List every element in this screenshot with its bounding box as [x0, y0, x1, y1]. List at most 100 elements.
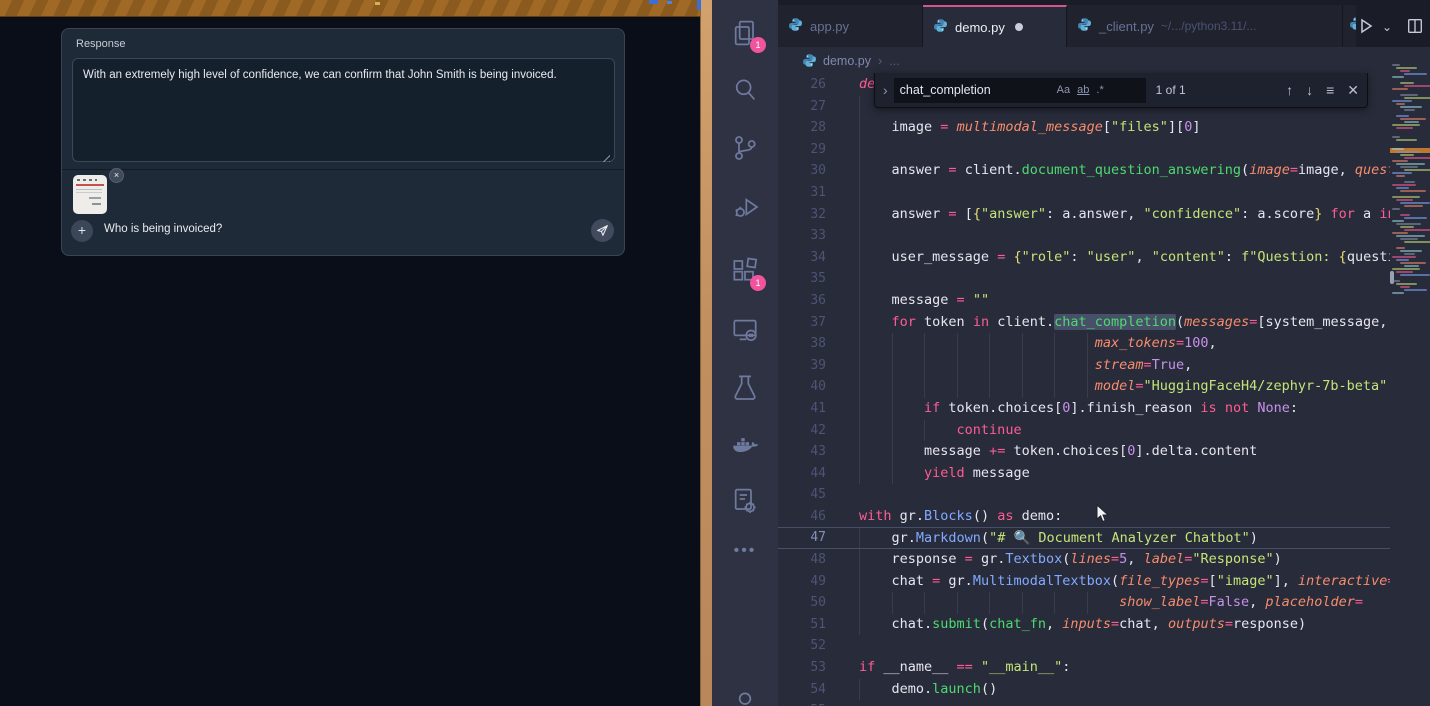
tab-demo.py[interactable]: demo.py	[923, 5, 1067, 47]
tab-app.py[interactable]: app.py	[778, 5, 923, 47]
code-line[interactable]	[778, 484, 1390, 506]
account-icon[interactable]	[729, 688, 761, 706]
code-line[interactable]	[778, 268, 1390, 290]
code-line[interactable]: response = gr.Textbox(lines=5, label="Re…	[778, 549, 1390, 571]
minimap-code-line	[1400, 70, 1410, 72]
minimap-code-line	[1392, 196, 1420, 198]
close-find-icon[interactable]: ✕	[1347, 82, 1359, 99]
minimap-code-line	[1400, 190, 1426, 192]
code-line[interactable]: image = multimodal_message["files"][0]	[778, 117, 1390, 139]
code-line[interactable]: yield message	[778, 463, 1390, 485]
minimap-code-line	[1400, 274, 1430, 276]
code-line[interactable]: with gr.Blocks() as demo:	[778, 506, 1390, 528]
code-line[interactable]: answer = client.document_question_answer…	[778, 160, 1390, 182]
find-next-icon[interactable]: ↓	[1306, 82, 1313, 98]
run-python-file-button[interactable]	[1356, 16, 1376, 36]
tab-label: demo.py	[955, 20, 1005, 35]
activity-bar: 1 1	[712, 0, 778, 706]
attached-image-thumbnail[interactable]: ×	[73, 175, 107, 214]
minimap-code-line	[1392, 136, 1400, 138]
add-file-button[interactable]: +	[71, 220, 93, 242]
code-line[interactable]: message += token.choices[0].delta.conten…	[778, 441, 1390, 463]
minimap-code-line	[1404, 253, 1415, 255]
breadcrumb: demo.py › ...	[778, 47, 1430, 74]
more-actions-icon[interactable]: •••	[729, 542, 761, 574]
paper-plane-icon	[595, 223, 610, 238]
minimap[interactable]	[1390, 62, 1430, 382]
code-line[interactable]: model="HuggingFaceH4/zephyr-7b-beta",	[778, 376, 1390, 398]
code-line[interactable]: message = ""	[778, 290, 1390, 312]
code-area[interactable]: def image = multimodal_message["files"][…	[778, 74, 1390, 706]
window-divider-strip	[700, 0, 712, 706]
explorer-badge: 1	[750, 37, 766, 53]
minimap-code-line	[1396, 67, 1417, 69]
extensions-icon[interactable]: 1	[729, 255, 761, 287]
code-line[interactable]: gr.Markdown("# 🔍 Document Analyzer Chatb…	[778, 527, 1390, 549]
code-line[interactable]: continue	[778, 420, 1390, 442]
source-control-icon[interactable]	[729, 132, 761, 164]
whole-word-toggle[interactable]: ab	[1077, 84, 1089, 96]
minimap-code-line	[1404, 265, 1419, 267]
minimap-code-line	[1396, 175, 1405, 177]
toggle-replace-chevron-icon[interactable]: ›	[883, 82, 888, 98]
minimap-code-line	[1396, 187, 1409, 189]
minimap-code-line	[1396, 235, 1425, 237]
code-line[interactable]: demo.launch()	[778, 679, 1390, 701]
python-file-icon	[1077, 17, 1092, 35]
code-line[interactable]	[778, 635, 1390, 657]
code-line[interactable]: user_message = {"role": "user", "content…	[778, 247, 1390, 269]
editor-zone: app.py demo.py _client.py~/.../python3.11/…	[778, 0, 1430, 706]
send-button[interactable]	[591, 219, 614, 242]
minimap-code-line	[1396, 103, 1405, 105]
minimap-code-line	[1396, 163, 1425, 165]
screen: Response With an extremely high level of…	[0, 0, 1430, 706]
split-editor-button[interactable]	[1406, 17, 1424, 35]
minimap-code-line	[1404, 97, 1430, 99]
code-line[interactable]: if __name__ == "__main__":	[778, 657, 1390, 679]
response-textarea[interactable]: With an extremely high level of confiden…	[72, 58, 615, 162]
tab-_client.py[interactable]: _client.py~/.../python3.11/...	[1067, 5, 1343, 47]
file-gear-icon[interactable]	[729, 485, 761, 517]
chat-input[interactable]: Who is being invoiced?	[104, 223, 222, 235]
regex-toggle[interactable]: .*	[1096, 84, 1103, 96]
find-input[interactable]	[900, 83, 1050, 97]
breadcrumb-more[interactable]: ...	[889, 54, 899, 68]
minimap-code-line	[1404, 205, 1423, 207]
code-line[interactable]	[778, 700, 1390, 706]
run-dropdown-chevron-icon[interactable]: ⌄	[1382, 20, 1392, 34]
minimap-code-line	[1400, 226, 1414, 228]
code-line[interactable]: answer = [{"answer": a.answer, "confiden…	[778, 204, 1390, 226]
remove-attachment-button[interactable]: ×	[109, 168, 124, 183]
code-line[interactable]: chat.submit(chat_fn, inputs=chat, output…	[778, 614, 1390, 636]
minimap-code-line	[1400, 214, 1410, 216]
code-line[interactable]: chat = gr.MultimodalTextbox(file_types=[…	[778, 571, 1390, 593]
tab-partial[interactable]	[1343, 5, 1356, 47]
test-beaker-icon[interactable]	[729, 371, 761, 403]
minimap-code-line	[1392, 292, 1404, 294]
code-line[interactable]: max_tokens=100,	[778, 333, 1390, 355]
explorer-icon[interactable]: 1	[729, 17, 761, 49]
code-line[interactable]	[778, 225, 1390, 247]
vscode-window: 1 1	[712, 0, 1430, 706]
minimap-code-line	[1400, 154, 1414, 156]
find-in-selection-icon[interactable]: ≡	[1326, 82, 1334, 98]
code-line[interactable]	[778, 139, 1390, 161]
search-icon[interactable]	[729, 74, 761, 106]
code-editor[interactable]: 2627282930313233343536373839404142434445…	[778, 74, 1430, 706]
code-line[interactable]: stream=True,	[778, 355, 1390, 377]
remote-explorer-icon[interactable]	[729, 314, 761, 346]
code-line[interactable]	[778, 182, 1390, 204]
code-line[interactable]: for token in client.chat_completion(mess…	[778, 312, 1390, 334]
run-debug-icon[interactable]	[729, 191, 761, 223]
code-line[interactable]: if token.choices[0].finish_reason is not…	[778, 398, 1390, 420]
match-case-toggle[interactable]: Aa	[1057, 84, 1070, 96]
minimap-code-line	[1396, 151, 1421, 153]
minimap-code-line	[1404, 157, 1430, 159]
minimap-code-line	[1396, 259, 1409, 261]
breadcrumb-file[interactable]: demo.py	[823, 54, 871, 68]
code-line[interactable]: show_label=False, placeholder=	[778, 592, 1390, 614]
docker-icon[interactable]	[729, 428, 761, 460]
find-previous-icon[interactable]: ↑	[1286, 82, 1293, 98]
minimap-code-line	[1392, 232, 1408, 234]
minimap-code-line	[1396, 115, 1409, 117]
